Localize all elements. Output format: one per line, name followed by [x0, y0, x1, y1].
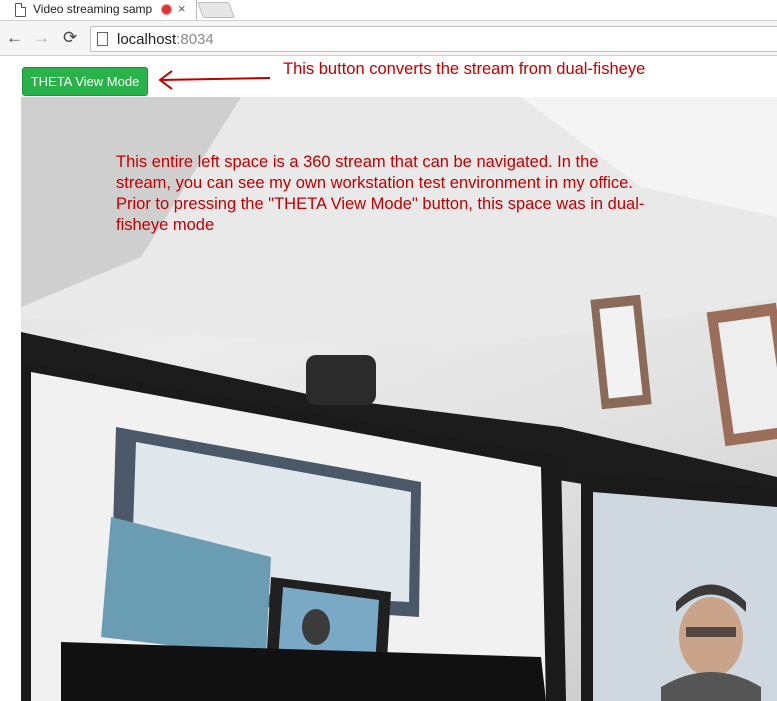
close-icon[interactable]: × [178, 1, 186, 16]
reload-icon[interactable]: ⟳ [63, 29, 77, 47]
stream-annotation: This entire left space is a 360 stream t… [116, 153, 645, 234]
monitor-right [581, 472, 777, 701]
page-icon [15, 3, 26, 17]
address-bar[interactable]: localhost:8034 [90, 26, 777, 52]
address-host: localhost [117, 31, 177, 48]
new-tab-button[interactable] [197, 2, 235, 18]
annotation-arrow-icon [158, 70, 271, 90]
address-text: localhost:8034 [117, 31, 214, 48]
tab-title: Video streaming samp [33, 2, 153, 16]
forward-arrow-icon[interactable]: → [33, 29, 50, 47]
navigation-bar: ← → ⟳ localhost:8034 [0, 20, 777, 56]
browser-tab[interactable]: Video streaming samp × [0, 0, 197, 20]
stream-view-360[interactable]: This entire left space is a 360 stream t… [21, 97, 777, 701]
page-icon [97, 32, 108, 46]
recording-icon [162, 5, 171, 14]
tab-strip: Video streaming samp × [0, 0, 777, 20]
monitor-left [21, 362, 566, 701]
button-annotation: This button converts the stream from dua… [283, 60, 646, 78]
back-arrow-icon[interactable]: ← [6, 29, 23, 47]
theta-view-mode-button[interactable]: THETA View Mode [22, 67, 148, 96]
address-port: :8034 [176, 31, 214, 48]
picture-frame [706, 302, 777, 447]
